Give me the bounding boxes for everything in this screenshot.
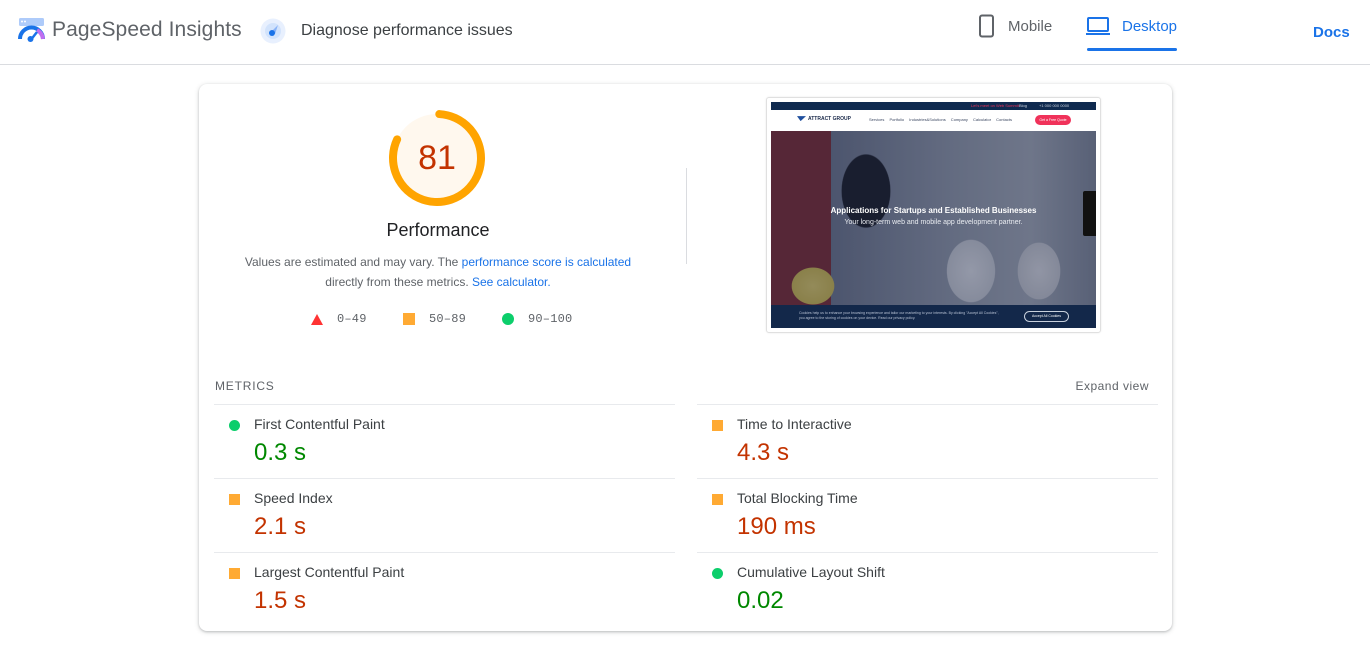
metric-name: First Contentful Paint [254, 416, 385, 432]
thumb-topbar: Let's meet on Web Summit Blog +1 000 000… [771, 102, 1096, 110]
thumb-logo: ATTRACT GROUP [797, 116, 851, 122]
metric-name: Time to Interactive [737, 416, 852, 432]
metric-name: Cumulative Layout Shift [737, 564, 885, 580]
diagnose-title: Diagnose performance issues [301, 22, 513, 39]
pass-circle-icon [712, 568, 723, 579]
legend-fail-range: 0–49 [337, 312, 367, 326]
docs-link[interactable]: Docs [1313, 24, 1350, 41]
description-text-2: directly from these metrics. [325, 275, 472, 289]
score-description: Values are estimated and may vary. The p… [199, 252, 677, 292]
page-thumbnail: Let's meet on Web Summit Blog +1 000 000… [771, 102, 1096, 328]
description-text: Values are estimated and may vary. The [244, 255, 462, 269]
expand-view-toggle[interactable]: Expand view [1075, 379, 1149, 393]
pass-circle-icon [229, 420, 240, 431]
fail-triangle-icon [311, 313, 323, 325]
metric-value: 1.5 s [254, 587, 307, 614]
performance-score: 81 [418, 138, 456, 177]
metric-name: Largest Contentful Paint [254, 564, 405, 580]
brand[interactable]: PageSpeed Insights [18, 17, 242, 43]
average-square-icon [712, 494, 723, 505]
average-square-icon [403, 313, 415, 325]
metrics-column-left: First Contentful Paint 0.3 s Speed Index… [214, 404, 675, 626]
app-name: PageSpeed Insights [52, 18, 242, 41]
metric-cumulative-layout-shift: Cumulative Layout Shift 0.02 [697, 552, 1158, 626]
legend-pass: 90–100 [502, 312, 572, 326]
metric-value: 190 ms [737, 513, 816, 540]
tab-mobile[interactable]: Mobile [978, 0, 1052, 52]
top-app-bar: PageSpeed Insights Diagnose performance … [0, 0, 1370, 65]
vertical-divider [686, 168, 687, 264]
legend-pass-range: 90–100 [528, 312, 573, 326]
smartphone-icon [979, 14, 994, 38]
tab-desktop[interactable]: Desktop [1086, 0, 1178, 52]
metric-name: Total Blocking Time [737, 490, 858, 506]
metric-time-to-interactive: Time to Interactive 4.3 s [697, 404, 1158, 478]
metric-largest-contentful-paint: Largest Contentful Paint 1.5 s [214, 552, 675, 626]
average-square-icon [712, 420, 723, 431]
metric-value: 0.02 [737, 587, 784, 614]
thumb-hero-image: Applications for Startups and Establishe… [771, 131, 1096, 308]
thumb-cta-button: Get a Free Quote [1035, 115, 1071, 125]
legend-fail: 0–49 [311, 312, 367, 326]
metric-value: 0.3 s [254, 439, 307, 466]
metric-name: Speed Index [254, 490, 333, 506]
metric-first-contentful-paint: First Contentful Paint 0.3 s [214, 404, 675, 478]
final-screenshot: Let's meet on Web Summit Blog +1 000 000… [766, 97, 1101, 333]
average-square-icon [229, 568, 240, 579]
see-calculator-link[interactable]: See calculator. [472, 275, 551, 289]
pass-circle-icon [502, 313, 514, 325]
score-calculation-link[interactable]: performance score is calculated [462, 255, 631, 269]
thumb-topbar-blog: Blog [1019, 103, 1028, 108]
diagnose-heading: Diagnose performance issues [260, 18, 513, 44]
metrics-column-right: Time to Interactive 4.3 s Total Blocking… [697, 404, 1158, 626]
legend-average-range: 50–89 [429, 312, 467, 326]
metric-value: 2.1 s [254, 513, 307, 540]
metrics-heading: METRICS [215, 379, 275, 393]
laptop-icon [1086, 17, 1110, 35]
thumb-topbar-phone: +1 000 000 0000 [1039, 103, 1070, 108]
thumb-cookie-banner: Cookies help us to enhance your browsing… [771, 305, 1096, 328]
tab-desktop-label: Desktop [1122, 17, 1178, 35]
thumb-headline: Applications for Startups and Establishe… [830, 206, 1037, 215]
thumb-topbar-promo: Let's meet on Web Summit [971, 103, 1019, 108]
thumb-subheadline: Your long-term web and mobile app develo… [844, 219, 1023, 226]
tab-mobile-label: Mobile [1008, 17, 1053, 35]
speed-gauge-icon [260, 18, 286, 44]
thumb-nav: ATTRACT GROUP Services Portfolio Industr… [771, 110, 1096, 131]
thumb-cookie-text: Cookies help us to enhance your browsing… [799, 311, 999, 320]
category-title: Performance [386, 220, 490, 240]
thumb-side-badge [1083, 191, 1096, 236]
legend-average: 50–89 [403, 312, 466, 326]
metric-total-blocking-time: Total Blocking Time 190 ms [697, 478, 1158, 552]
thumb-cookie-button: Accept All Cookies [1024, 311, 1069, 322]
metric-value: 4.3 s [737, 439, 790, 466]
performance-report-card: 81 Performance Values are estimated and … [199, 84, 1172, 631]
thumb-nav-links: Services Portfolio Industries&Solutions … [869, 117, 1012, 122]
average-square-icon [229, 494, 240, 505]
metric-speed-index: Speed Index 2.1 s [214, 478, 675, 552]
pagespeed-logo-icon [18, 18, 45, 42]
